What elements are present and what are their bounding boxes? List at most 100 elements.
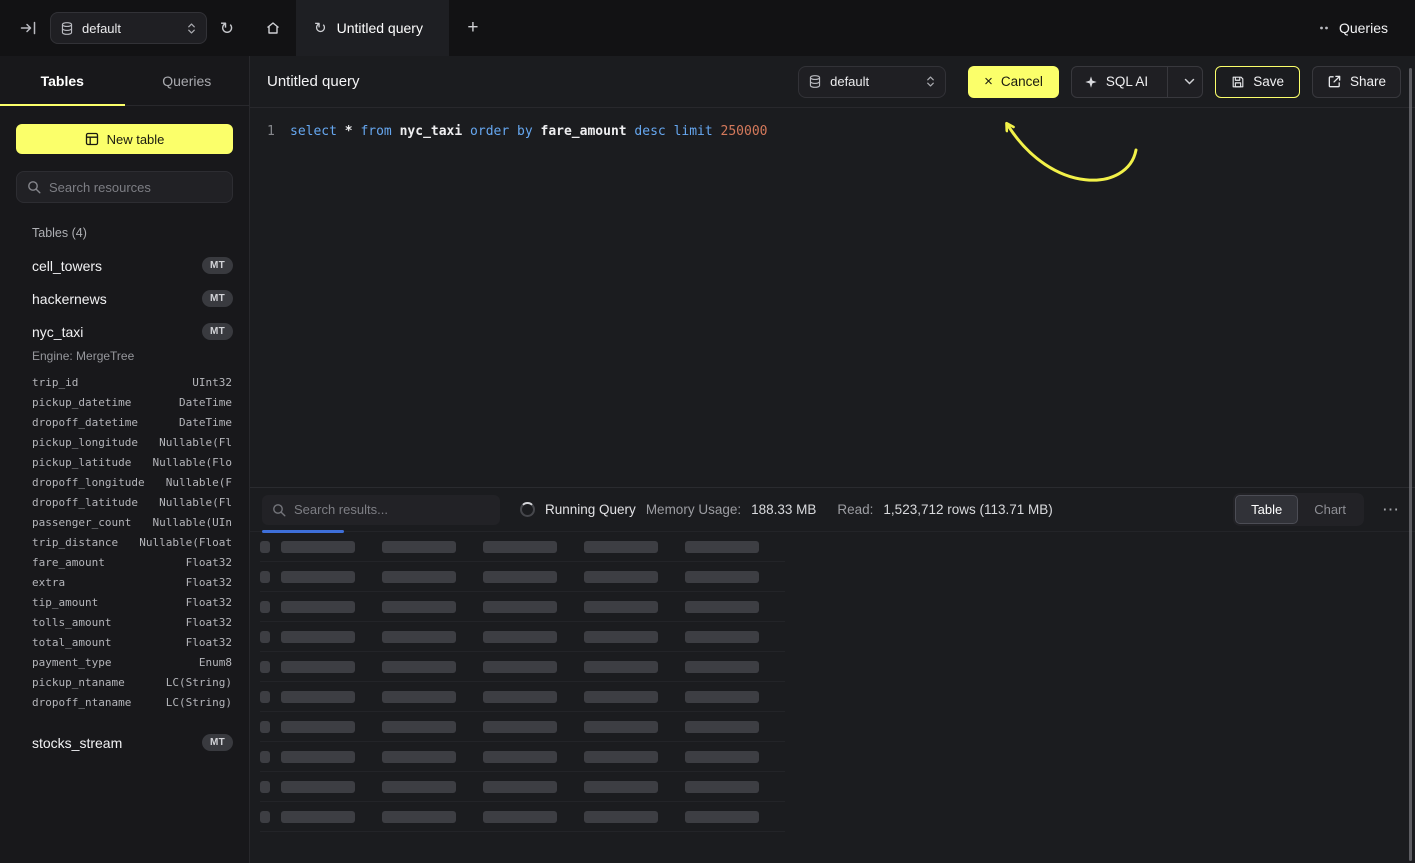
table-name: nyc_taxi [32,324,83,340]
share-button[interactable]: Share [1312,66,1401,98]
skeleton-cell [260,691,270,703]
column-row[interactable]: pickup_ntanameLC(String) [32,672,232,692]
sql-token: select [290,124,337,139]
skeleton-cell [483,691,557,703]
table-grid-icon [85,132,99,146]
column-row[interactable]: tip_amount Float32 [32,592,232,612]
query-title: Untitled query [267,73,360,90]
skeleton-cell [382,631,456,643]
table-row[interactable]: cell_towersMT [0,249,249,282]
skeleton-cell [281,811,355,823]
table-row[interactable]: stocks_streamMT [0,726,249,759]
sql-token: limit [674,124,713,139]
skeleton-cell [281,541,355,553]
engine-badge: MT [202,290,233,307]
memory-usage-value: 188.33 MB [751,502,816,517]
column-row[interactable]: payment_type Enum8 [32,652,232,672]
cancel-button[interactable]: × Cancel [968,66,1059,98]
new-table-button[interactable]: New table [16,124,233,154]
column-name: payment_type [32,656,111,669]
skeleton-cell [260,601,270,613]
read-label: Read: [837,502,873,517]
line-number: 1 [250,122,290,487]
engine-badge: MT [202,257,233,274]
skeleton-cell [382,751,456,763]
table-row[interactable]: hackernewsMT [0,282,249,315]
home-button[interactable] [250,0,296,56]
skeleton-cell [281,751,355,763]
query-database-selector[interactable]: default [798,66,946,98]
skeleton-cell [685,721,759,733]
sidebar-tab-queries[interactable]: Queries [125,56,250,105]
column-row[interactable]: tolls_amountFloat32 [32,612,232,632]
column-row[interactable]: dropoff_ntanameLC(String) [32,692,232,712]
column-name: tip_amount [32,596,98,609]
sql-code-line: select * from nyc_taxi order by fare_amo… [290,122,768,487]
collapse-sidebar-icon[interactable] [20,20,37,36]
results-skeleton [250,532,1415,863]
column-type: Enum8 [199,656,232,669]
table-row-skeleton [260,712,785,742]
sql-token [666,124,674,139]
sql-token: desc [634,124,665,139]
results-search-input[interactable] [294,502,490,517]
column-row[interactable]: trip_id UInt32 [32,372,232,392]
more-options-button[interactable]: ⋯ [1378,500,1403,520]
tab-untitled-query[interactable]: ↻ Untitled query [296,0,449,56]
skeleton-cell [685,541,759,553]
sql-editor[interactable]: 1 select * from nyc_taxi order by fare_a… [250,108,1415,487]
view-tab-table[interactable]: Table [1235,495,1298,524]
column-type: Nullable(Fl [159,496,232,509]
select-chevrons-icon [186,22,197,35]
column-row[interactable]: extraFloat32 [32,572,232,592]
save-button[interactable]: Save [1215,66,1300,98]
view-tab-chart[interactable]: Chart [1298,495,1362,524]
column-row[interactable]: trip_distanceNullable(Float [32,532,232,552]
column-name: dropoff_datetime [32,416,138,429]
skeleton-cell [281,721,355,733]
column-type: Float32 [186,596,232,609]
database-selector-label: default [82,21,178,36]
column-name: passenger_count [32,516,131,529]
column-type: Nullable(Fl [159,436,232,449]
column-row[interactable]: pickup_datetimeDateTime [32,392,232,412]
table-row-skeleton [260,652,785,682]
resource-search-input[interactable] [49,180,222,195]
skeleton-cell [260,811,270,823]
sidebar-tab-tables[interactable]: Tables [0,56,125,105]
save-icon [1231,75,1245,89]
column-row[interactable]: dropoff_longitudeNullable(F [32,472,232,492]
column-row[interactable]: total_amountFloat32 [32,632,232,652]
new-tab-button[interactable]: + [449,0,497,56]
sql-ai-main[interactable]: SQL AI [1072,67,1159,97]
results-panel: Running Query Memory Usage: 188.33 MB Re… [250,487,1415,863]
chevron-down-icon[interactable] [1176,67,1202,97]
save-label: Save [1253,74,1284,89]
scrollbar[interactable] [1409,68,1412,861]
refresh-icon[interactable]: ↻ [220,20,234,37]
skeleton-cell [382,781,456,793]
topbar: default ↻ ↻ Untitled query + Queries [0,0,1415,56]
column-type: UInt32 [192,376,232,389]
table-row[interactable]: nyc_taxiMT [0,315,249,348]
column-row[interactable]: dropoff_datetimeDateTime [32,412,232,432]
column-name: fare_amount [32,556,105,569]
skeleton-cell [584,751,658,763]
column-type: DateTime [179,396,232,409]
sync-icon: ↻ [314,19,327,37]
column-name: trip_id [32,376,78,389]
column-row[interactable]: pickup_longitudeNullable(Fl [32,432,232,452]
column-row[interactable]: pickup_latitudeNullable(Flo [32,452,232,472]
column-row[interactable]: dropoff_latitudeNullable(Fl [32,492,232,512]
column-type: Nullable(F [166,476,232,489]
column-row[interactable]: fare_amountFloat32 [32,552,232,572]
sql-token: from [360,124,391,139]
sql-ai-button[interactable]: SQL AI [1071,66,1203,98]
table-name: stocks_stream [32,735,122,751]
database-selector[interactable]: default [50,12,207,44]
view-toggle: TableChart [1233,493,1364,526]
table-row-skeleton [260,562,785,592]
column-row[interactable]: passenger_countNullable(UIn [32,512,232,532]
skeleton-cell [483,631,557,643]
queries-link[interactable]: Queries [1319,0,1415,56]
